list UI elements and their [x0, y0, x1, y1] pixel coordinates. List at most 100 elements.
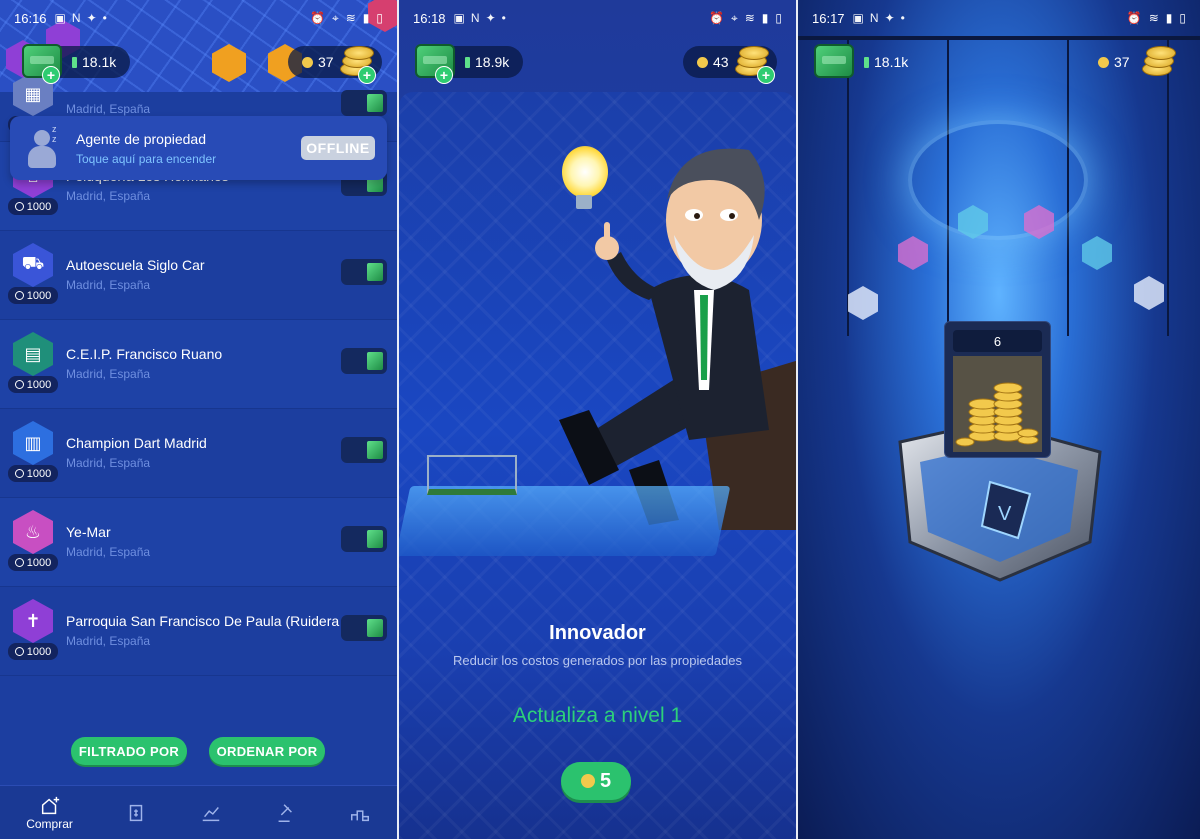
portfolio-icon — [130, 804, 143, 821]
filter-bar: FILTRADO POR ORDENAR POR — [0, 737, 397, 765]
property-location: Madrid, España — [66, 278, 151, 292]
property-name: Ye-Mar — [66, 524, 111, 540]
buy-property-button[interactable] — [341, 90, 387, 116]
list-item[interactable]: ▥ 1000 Champion Dart Madrid Madrid, Espa… — [0, 409, 397, 498]
property-location: Madrid, España — [66, 456, 151, 470]
add-coins-button[interactable]: + — [757, 66, 775, 84]
system-icons: ⏰ ⌖ ≋ ▮ ▯ — [310, 11, 383, 26]
achievement-title: Innovador — [549, 622, 646, 644]
add-cash-button[interactable]: + — [42, 66, 60, 84]
nav-auction[interactable] — [274, 802, 296, 824]
status-bar: 16:17 ▣ N ✦ • ⏰ ≋ ▮ ▯ — [798, 0, 1200, 36]
image-icon: ▣ — [453, 11, 465, 25]
house-plus-icon — [41, 796, 59, 814]
nav-stats[interactable] — [200, 802, 222, 824]
nav-portfolio[interactable] — [125, 802, 147, 824]
svg-text:V: V — [998, 503, 1012, 525]
dot-icon: • — [900, 11, 905, 25]
buy-property-button[interactable] — [341, 437, 387, 463]
coin-amount: 37 — [318, 54, 334, 70]
gavel-icon — [278, 803, 293, 822]
school-icon: ▤ — [13, 332, 53, 376]
agent-sleeping-icon: z z — [22, 124, 62, 170]
wifi-icon: ≋ — [1148, 11, 1159, 25]
nav-buy-label: Comprar — [26, 816, 73, 831]
upgrade-price: 5 — [599, 769, 612, 792]
cash-small-icon — [72, 56, 77, 68]
cash-small-icon — [864, 56, 869, 68]
bottom-nav: Comprar — [0, 785, 397, 839]
filter-button[interactable]: FILTRADO POR — [71, 737, 187, 765]
status-bar: 16:16 ▣ N ✦ • ⏰ ⌖ ≋ ▮ ▯ — [0, 0, 397, 36]
property-location: Madrid, España — [66, 367, 151, 381]
property-price: 1000 — [8, 198, 58, 215]
coin-small-icon — [302, 56, 313, 68]
battery-icon: ▯ — [376, 10, 383, 25]
list-item[interactable]: ▤ 1000 C.E.I.P. Francisco Ruano Madrid, … — [0, 320, 397, 409]
list-item[interactable]: ♨ 1000 Ye-Mar Madrid, España — [0, 498, 397, 587]
office-icon: ▥ — [13, 421, 53, 465]
signal-icon: ▮ — [362, 10, 370, 25]
upgrade-level-text: Actualiza a nivel 1 — [512, 704, 683, 727]
spa-icon: ♨ — [13, 510, 53, 554]
property-price: 1000 — [8, 465, 58, 482]
agent-title: Agente de propiedad — [76, 130, 206, 147]
newtons-cradle — [427, 455, 517, 495]
chart-icon — [202, 806, 220, 821]
image-icon: ▣ — [852, 11, 864, 25]
nav-buy[interactable]: Comprar — [26, 795, 73, 831]
car-icon: ⛟ — [13, 243, 53, 287]
cash-small-icon — [465, 56, 470, 68]
cash-amount: 18.1k — [82, 54, 117, 70]
property-location: Madrid, España — [66, 189, 151, 203]
alarm-icon: ⏰ — [1126, 11, 1142, 25]
gold-coins-icon — [953, 356, 1042, 452]
list-item[interactable]: ⛟ 1000 Autoescuela Siglo Car Madrid, Esp… — [0, 231, 397, 320]
property-agent-card[interactable]: z z Agente de propiedad Toque aquí para … — [10, 116, 387, 180]
property-price: 1000 — [8, 643, 58, 660]
map-marker-icon[interactable] — [212, 44, 246, 82]
innovator-character-illustration — [559, 148, 796, 530]
signal-icon: ▮ — [1165, 11, 1173, 25]
dot-icon: • — [501, 11, 506, 25]
system-icons: ⏰ ⌖ ≋ ▮ ▯ — [709, 11, 782, 26]
list-item[interactable]: ✝ 1000 Parroquia San Francisco De Paula … — [0, 587, 397, 676]
reward-card[interactable]: 6 — [944, 321, 1051, 458]
status-time: 16:16 — [14, 10, 47, 26]
alarm-icon: ⏰ — [310, 10, 325, 25]
sort-button[interactable]: ORDENAR POR — [209, 737, 325, 765]
property-name: Champion Dart Madrid — [66, 435, 207, 451]
notification-icons: ▣ N ✦ • — [55, 11, 107, 25]
portal-glow — [908, 120, 1088, 240]
n-icon: N — [869, 11, 879, 25]
buy-property-button[interactable] — [341, 526, 387, 552]
podium-icon — [350, 809, 369, 821]
cash-amount: 18.1k — [874, 54, 909, 70]
buy-property-button[interactable] — [341, 615, 387, 641]
property-location: Madrid, España — [66, 545, 151, 559]
battery-icon: ▯ — [1179, 11, 1186, 25]
glass-desk — [399, 486, 731, 556]
location-icon: ⌖ — [331, 10, 339, 25]
property-list-screen: 16:16 ▣ N ✦ • ⏰ ⌖ ≋ ▮ ▯ + 18.1k 37 + z z Agente… — [0, 0, 397, 839]
agent-subtitle[interactable]: Toque aquí para encender — [76, 152, 216, 166]
reward-chest-screen: 16:17 ▣ N ✦ • ⏰ ≋ ▮ ▯ 18.1k 37 V 6 — [798, 0, 1200, 839]
buy-property-button[interactable] — [341, 259, 387, 285]
reward-count: 6 — [953, 330, 1042, 352]
add-coins-button[interactable]: + — [358, 66, 376, 84]
offline-toggle-button[interactable]: OFFLINE — [301, 136, 375, 160]
coin-amount: 43 — [713, 54, 729, 70]
nav-ranking[interactable] — [349, 802, 371, 824]
cash-icon — [814, 44, 854, 78]
location-icon: ⌖ — [730, 10, 738, 25]
n-icon: N — [470, 11, 480, 25]
upgrade-price-button[interactable]: 5 — [561, 762, 631, 800]
notification-icons: ▣ N ✦ • — [853, 11, 905, 25]
property-price: 1000 — [8, 554, 58, 571]
add-cash-button[interactable]: + — [435, 66, 453, 84]
alarm-icon: ⏰ — [709, 10, 724, 25]
buy-property-button[interactable] — [341, 348, 387, 374]
notification-icons: ▣ N ✦ • — [454, 11, 506, 25]
dot-icon: • — [102, 11, 107, 25]
wifi-icon: ≋ — [744, 10, 755, 25]
